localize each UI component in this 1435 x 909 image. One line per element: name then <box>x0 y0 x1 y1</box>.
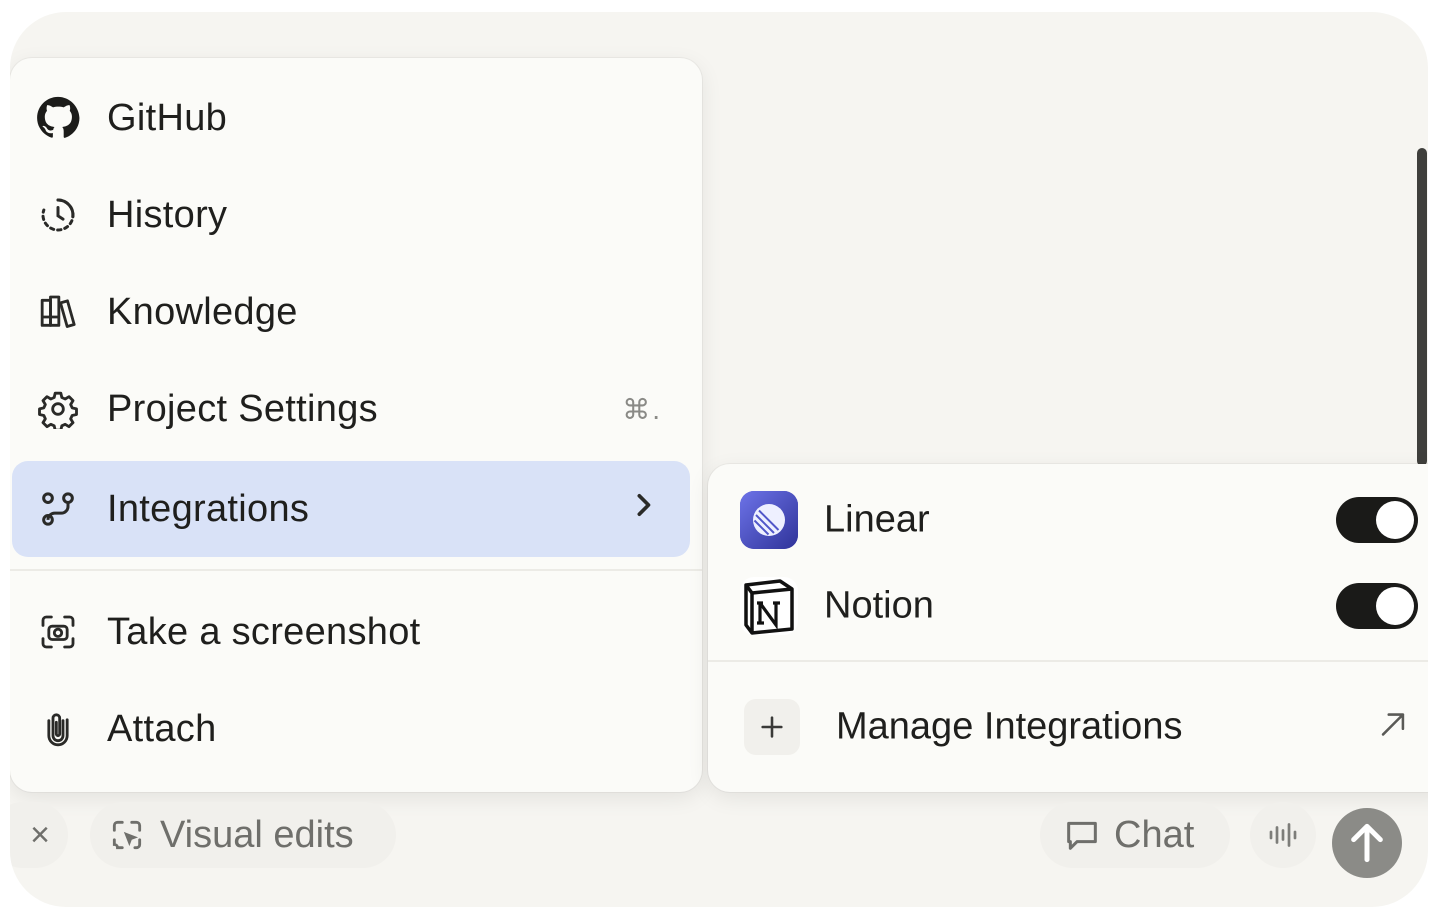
menu-item-label: Take a screenshot <box>107 610 421 653</box>
close-icon: × <box>30 815 50 854</box>
voice-input-button[interactable] <box>1250 802 1316 868</box>
menu-item-label: GitHub <box>107 96 228 139</box>
history-icon <box>36 193 80 237</box>
chat-label: Chat <box>1114 813 1195 856</box>
visual-edits-label: Visual edits <box>160 813 354 856</box>
notion-logo-icon <box>740 577 798 635</box>
plus-menu: GitHub History Knowledge Project Setting… <box>10 58 702 792</box>
chat-button[interactable]: Chat <box>1040 802 1230 868</box>
menu-item-history[interactable]: History <box>10 167 702 263</box>
github-icon <box>36 96 80 140</box>
visual-edits-icon <box>108 816 146 854</box>
linear-toggle[interactable] <box>1336 497 1418 543</box>
menu-item-label: Attach <box>107 707 217 750</box>
manage-integrations-link[interactable]: Manage Integrations <box>708 676 1428 778</box>
submenu-divider <box>708 660 1428 662</box>
linear-logo-icon <box>740 491 798 549</box>
integration-label: Linear <box>824 498 930 541</box>
menu-item-label: Project Settings <box>107 387 378 430</box>
arrow-up-icon <box>1347 821 1387 865</box>
toggle-knob <box>1376 587 1414 625</box>
menu-divider <box>10 569 702 571</box>
menu-item-attach[interactable]: Attach <box>10 681 702 777</box>
visual-edits-button[interactable]: Visual edits <box>90 802 396 868</box>
send-button[interactable] <box>1332 808 1402 878</box>
scrollbar[interactable] <box>1417 148 1427 466</box>
paperclip-icon <box>36 707 80 751</box>
integrations-submenu: Linear Notion Manage Integrations <box>708 464 1428 792</box>
gear-icon <box>36 387 80 431</box>
integration-label: Notion <box>824 584 934 627</box>
menu-item-label: Knowledge <box>107 290 298 333</box>
toggle-knob <box>1376 501 1414 539</box>
menu-item-label: History <box>107 193 228 236</box>
chat-bubble-icon <box>1062 815 1102 855</box>
menu-item-label: Integrations <box>107 487 310 530</box>
books-icon <box>36 290 80 334</box>
plus-icon <box>744 699 800 755</box>
app-frame: GitHub History Knowledge Project Setting… <box>10 12 1428 907</box>
chevron-right-icon <box>632 490 654 529</box>
menu-item-integrations[interactable]: Integrations <box>12 461 690 557</box>
prompt-toolbar: × Visual edits Chat <box>10 802 1428 882</box>
screenshot-icon <box>36 610 80 654</box>
menu-item-take-screenshot[interactable]: Take a screenshot <box>10 584 702 680</box>
menu-item-project-settings[interactable]: Project Settings ⌘. <box>10 361 702 457</box>
integrations-icon <box>36 487 80 531</box>
menu-item-knowledge[interactable]: Knowledge <box>10 264 702 360</box>
audio-waveform-icon <box>1265 817 1301 853</box>
close-button[interactable]: × <box>10 802 68 868</box>
menu-item-github[interactable]: GitHub <box>10 70 702 166</box>
keyboard-shortcut: ⌘. <box>622 393 662 425</box>
external-link-arrow-icon <box>1376 708 1410 747</box>
integration-row-notion[interactable]: Notion <box>708 564 1428 648</box>
manage-integrations-label: Manage Integrations <box>836 705 1183 748</box>
notion-toggle[interactable] <box>1336 583 1418 629</box>
integration-row-linear[interactable]: Linear <box>708 478 1428 562</box>
